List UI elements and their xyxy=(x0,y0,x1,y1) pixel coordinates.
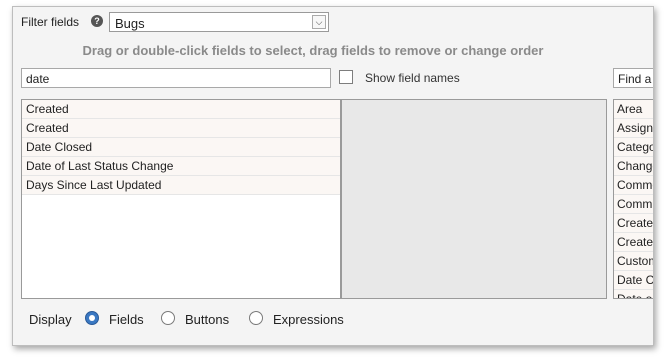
expressions-radio-label[interactable]: Expressions xyxy=(273,312,344,327)
all-field-list-item[interactable]: Catego xyxy=(614,138,653,157)
fields-radio[interactable] xyxy=(85,311,99,325)
field-search-value: date xyxy=(26,72,50,86)
all-field-list-item[interactable]: Date C xyxy=(614,271,653,290)
field-list-item[interactable]: Created xyxy=(22,100,340,119)
all-field-list-item[interactable]: Assigne xyxy=(614,119,653,138)
show-field-names-label: Show field names xyxy=(365,71,460,85)
all-field-list-item[interactable]: Create xyxy=(614,214,653,233)
field-list-item[interactable]: Days Since Last Updated xyxy=(22,176,340,195)
field-list-item[interactable]: Date of Last Status Change xyxy=(22,157,340,176)
all-field-list-item[interactable]: Area xyxy=(614,100,653,119)
all-field-list-item[interactable]: Change xyxy=(614,157,653,176)
show-field-names-option[interactable]: Show field names xyxy=(339,68,601,88)
all-fields-list[interactable]: Area Assigne Catego Change Commen Comm C… xyxy=(613,99,653,299)
find-field-input[interactable]: Find a xyxy=(613,68,653,88)
buttons-radio-label[interactable]: Buttons xyxy=(185,312,229,327)
all-field-list-item[interactable]: Custom xyxy=(614,252,653,271)
chevron-down-icon[interactable]: ⌵ xyxy=(312,15,326,29)
filter-fields-label: Filter fields xyxy=(21,15,80,29)
instructions-text: Drag or double-click fields to select, d… xyxy=(82,43,544,58)
display-mode-group: Display Fields Buttons Expressions xyxy=(29,309,529,329)
question-circle-icon[interactable]: ? xyxy=(91,15,103,27)
field-list-item[interactable]: Created xyxy=(22,119,340,138)
filter-select-value: Bugs xyxy=(115,16,145,31)
buttons-radio[interactable] xyxy=(161,311,175,325)
expressions-radio[interactable] xyxy=(249,311,263,325)
all-field-list-item[interactable]: Date o xyxy=(614,290,653,298)
filter-fields-panel: Filter fields ? Bugs ⌵ Drag or double-cl… xyxy=(12,6,654,346)
find-field-value: Find a xyxy=(618,72,652,86)
all-field-list-item[interactable]: Comm xyxy=(614,195,653,214)
all-field-list-item[interactable]: Commen xyxy=(614,176,653,195)
field-list-item[interactable]: Date Closed xyxy=(22,138,340,157)
selected-fields-drop-area[interactable] xyxy=(341,99,607,299)
available-fields-list[interactable]: Created Created Date Closed Date of Last… xyxy=(21,99,341,299)
field-search-input[interactable]: date xyxy=(21,68,331,88)
filter-select[interactable]: Bugs ⌵ xyxy=(109,12,329,32)
fields-radio-label[interactable]: Fields xyxy=(109,312,144,327)
all-field-list-item[interactable]: Create xyxy=(614,233,653,252)
display-label: Display xyxy=(29,312,72,327)
show-field-names-checkbox[interactable] xyxy=(339,70,353,84)
